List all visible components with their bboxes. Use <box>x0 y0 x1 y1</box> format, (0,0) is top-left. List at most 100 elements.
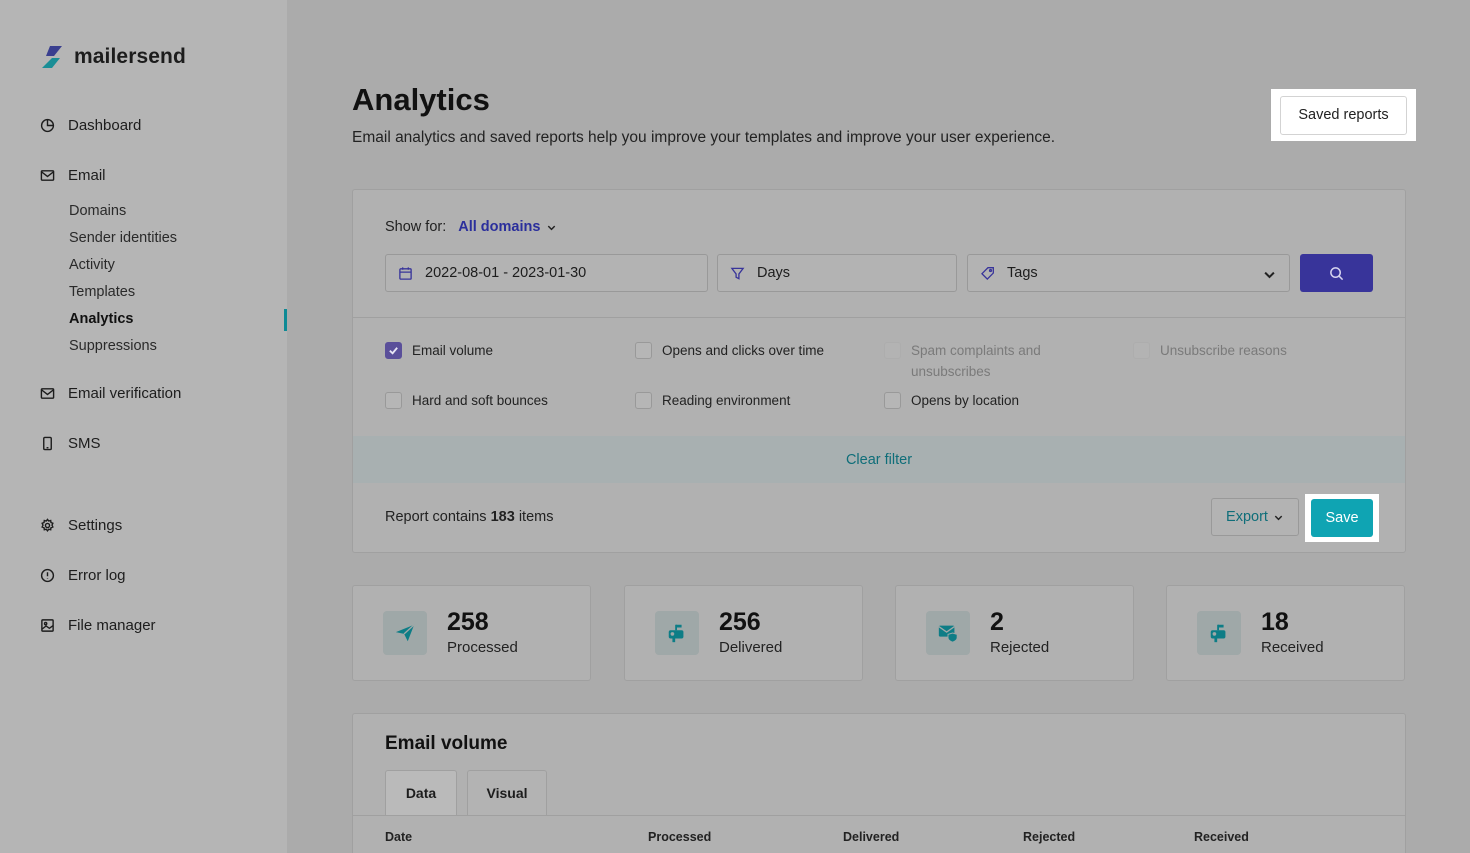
sidebar-item-email[interactable]: Email <box>40 167 106 184</box>
date-range-input[interactable]: 2022-08-01 - 2023-01-30 <box>385 254 708 292</box>
tabs-divider <box>353 815 1405 816</box>
dashboard-icon <box>40 118 55 133</box>
stat-card-processed: 258 Processed <box>352 585 591 681</box>
clear-filter-button[interactable]: Clear filter <box>353 436 1405 483</box>
sidebar-item-templates[interactable]: Templates <box>69 284 135 300</box>
sidebar-item-label: SMS <box>68 435 101 452</box>
option-label: Opens and clicks over time <box>662 343 825 358</box>
tag-icon <box>981 266 994 280</box>
group-by-select[interactable]: Days <box>717 254 957 292</box>
column-header-processed[interactable]: Processed <box>648 830 711 844</box>
page-subtitle: Email analytics and saved reports help y… <box>352 129 1056 146</box>
stat-label: Processed <box>447 639 518 656</box>
calendar-icon <box>399 266 412 280</box>
saved-reports-button[interactable]: Saved reports <box>1280 95 1407 135</box>
date-range-value: 2022-08-01 - 2023-01-30 <box>425 265 587 281</box>
saved-reports-highlight: Saved reports <box>1271 89 1416 141</box>
stat-label: Received <box>1261 639 1324 656</box>
option-label: Opens by location <box>911 393 1020 408</box>
chevron-down-icon <box>548 225 556 230</box>
checkbox-disabled <box>884 342 901 359</box>
main-content: Analytics Email analytics and saved repo… <box>287 0 1470 853</box>
option-email-volume[interactable]: Email volume <box>385 340 493 361</box>
export-button[interactable]: Export <box>1211 498 1299 536</box>
sidebar-item-error-log[interactable]: Error log <box>40 567 126 584</box>
sidebar-item-sms[interactable]: SMS <box>40 435 101 452</box>
option-label: Email volume <box>412 343 494 358</box>
report-count-value: 183 <box>490 509 515 525</box>
sidebar-item-sender-identities[interactable]: Sender identities <box>69 230 177 246</box>
report-count-prefix: Report contains <box>385 509 487 525</box>
sidebar-item-label: File manager <box>68 617 156 634</box>
show-for-label: Show for: <box>385 219 447 235</box>
sidebar-item-analytics[interactable]: Analytics <box>69 311 133 327</box>
mailbox-icon <box>1197 611 1241 655</box>
stat-card-rejected: 2 Rejected <box>895 585 1134 681</box>
check-icon <box>389 347 398 355</box>
image-icon <box>41 619 54 632</box>
stat-value: 256 <box>719 608 761 636</box>
chevron-down-icon <box>1274 515 1283 520</box>
sidebar-item-dashboard[interactable]: Dashboard <box>40 117 141 134</box>
tab-data[interactable]: Data <box>385 770 457 815</box>
option-opens-clicks[interactable]: Opens and clicks over time <box>635 340 824 361</box>
option-bounces[interactable]: Hard and soft bounces <box>385 390 548 411</box>
stat-value: 258 <box>447 608 489 636</box>
save-button[interactable]: Save <box>1311 499 1373 537</box>
phone-icon <box>43 436 52 451</box>
sidebar-item-settings[interactable]: Settings <box>40 517 122 534</box>
sidebar-item-domains[interactable]: Domains <box>69 203 126 219</box>
option-label: Spam complaints and unsubscribes <box>911 343 1041 379</box>
checkbox[interactable] <box>884 392 901 409</box>
sidebar-item-file-manager[interactable]: File manager <box>40 617 156 634</box>
checkbox[interactable] <box>635 392 652 409</box>
stat-card-received: 18 Received <box>1166 585 1405 681</box>
column-header-delivered[interactable]: Delivered <box>843 830 899 844</box>
column-header-received[interactable]: Received <box>1194 830 1249 844</box>
stat-card-delivered: 256 Delivered <box>624 585 863 681</box>
checkbox[interactable] <box>635 342 652 359</box>
option-opens-by-location[interactable]: Opens by location <box>884 390 1019 411</box>
column-header-date[interactable]: Date <box>385 830 412 844</box>
mail-shield-icon <box>926 611 970 655</box>
option-reading-environment[interactable]: Reading environment <box>635 390 790 411</box>
checkbox-checked[interactable] <box>385 342 402 359</box>
column-header-rejected[interactable]: Rejected <box>1023 830 1075 844</box>
stat-value: 18 <box>1261 608 1289 636</box>
filter-card: Show for: All domains 2022-08-01 - 2023-… <box>352 189 1406 553</box>
mailersend-logo-icon <box>42 46 62 68</box>
page-title: Analytics <box>352 82 490 117</box>
tags-placeholder: Tags <box>1007 265 1038 281</box>
tags-select[interactable]: Tags <box>967 254 1290 292</box>
sidebar-item-activity[interactable]: Activity <box>69 257 115 273</box>
filter-icon <box>730 267 745 280</box>
option-spam-complaints: Spam complaints and unsubscribes <box>884 340 1059 382</box>
search-button[interactable] <box>1300 254 1373 292</box>
logo[interactable]: mailersend <box>40 44 186 70</box>
sidebar-item-email-verification[interactable]: Email verification <box>40 385 181 402</box>
show-for-row: Show for: All domains <box>385 219 557 235</box>
sidebar-item-label: Error log <box>68 567 126 584</box>
report-count: Report contains 183 items <box>385 509 553 525</box>
stat-label: Rejected <box>990 639 1050 656</box>
sidebar-item-suppressions[interactable]: Suppressions <box>69 338 157 354</box>
sidebar: mailersend Dashboard Email Domains Sende… <box>0 0 287 853</box>
save-highlight: Save <box>1305 494 1379 542</box>
gear-icon <box>41 518 54 533</box>
tab-visual[interactable]: Visual <box>467 770 547 815</box>
email-volume-title: Email volume <box>385 733 508 754</box>
domain-select[interactable]: All domains <box>458 219 557 235</box>
email-verification-icon <box>40 388 55 399</box>
option-label: Reading environment <box>662 393 791 408</box>
domain-select-value: All domains <box>458 219 541 235</box>
group-by-value: Days <box>757 265 791 281</box>
option-unsubscribe-reasons: Unsubscribe reasons <box>1133 340 1287 361</box>
checkbox[interactable] <box>385 392 402 409</box>
email-volume-card: Email volume Data Visual Date Processed … <box>352 713 1406 853</box>
logo-text: mailersend <box>74 45 186 68</box>
divider <box>353 317 1405 318</box>
option-label: Hard and soft bounces <box>412 393 548 408</box>
sidebar-item-label: Email verification <box>68 385 182 402</box>
sidebar-item-label: Settings <box>68 517 123 534</box>
email-icon <box>40 170 55 181</box>
